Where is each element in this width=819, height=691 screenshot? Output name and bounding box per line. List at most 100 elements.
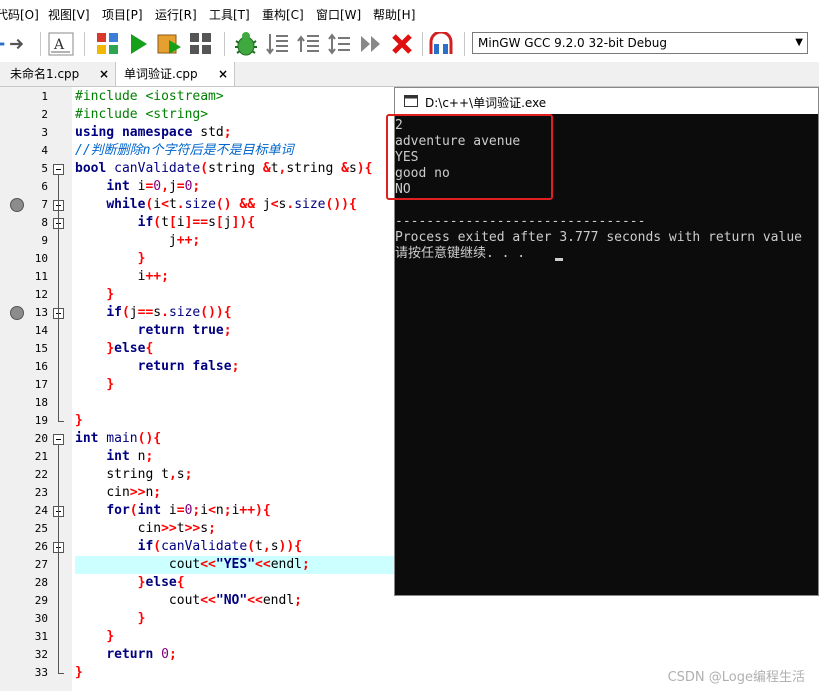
code-line[interactable]: j++;	[75, 232, 200, 250]
code-line[interactable]: using namespace std;	[75, 124, 232, 142]
line-number[interactable]: 16	[22, 360, 48, 373]
code-line[interactable]: }	[75, 286, 114, 304]
code-line[interactable]: cin>>n;	[75, 484, 161, 502]
line-number[interactable]: 20	[22, 432, 48, 445]
step-out-icon[interactable]	[327, 30, 353, 58]
line-number[interactable]: 6	[22, 180, 48, 193]
line-number[interactable]: 12	[22, 288, 48, 301]
line-number[interactable]: 11	[22, 270, 48, 283]
profile-icon[interactable]	[428, 30, 454, 58]
code-line[interactable]: //判断删除n个字符后是不是目标单词	[75, 142, 293, 160]
compile-run-icon[interactable]	[157, 30, 183, 58]
line-number[interactable]: 31	[22, 630, 48, 643]
forward-arrow-icon[interactable]	[0, 30, 26, 58]
code-line[interactable]: while(i<t.size() && j<s.size()){	[75, 196, 357, 214]
code-line[interactable]: for(int i=0;i<n;i++){	[75, 502, 270, 520]
close-icon[interactable]: ×	[218, 63, 228, 85]
menu-code[interactable]: 代码[O]	[0, 6, 39, 23]
line-number[interactable]: 15	[22, 342, 48, 355]
code-line[interactable]: return true;	[75, 322, 232, 340]
menu-run[interactable]: 运行[R]	[155, 6, 197, 23]
line-number[interactable]: 30	[22, 612, 48, 625]
code-line[interactable]: }	[75, 412, 83, 430]
code-line[interactable]: cout<<"NO"<<endl;	[75, 592, 302, 610]
line-number[interactable]: 32	[22, 648, 48, 661]
step-over-icon[interactable]	[296, 30, 322, 58]
console-window[interactable]: D:\c++\单词验证.exe 2 adventure avenue YES good…	[386, 87, 819, 596]
line-number[interactable]: 13	[22, 306, 48, 319]
code-line[interactable]: }	[75, 376, 114, 394]
run-icon[interactable]	[126, 30, 152, 58]
code-line[interactable]: #include <string>	[75, 106, 208, 124]
line-number[interactable]: 1	[22, 90, 48, 103]
code-line[interactable]: if(j==s.size()){	[75, 304, 231, 322]
fold-toggle-icon[interactable]	[53, 434, 64, 445]
code-line[interactable]: i++;	[75, 268, 169, 286]
debug-bug-icon[interactable]	[233, 30, 259, 58]
line-number[interactable]: 26	[22, 540, 48, 553]
line-number[interactable]: 33	[22, 666, 48, 679]
new-project-icon[interactable]	[95, 30, 121, 58]
menu-project[interactable]: 项目[P]	[102, 6, 143, 23]
line-number[interactable]: 22	[22, 468, 48, 481]
code-line[interactable]: cin>>t>>s;	[75, 520, 216, 538]
code-line[interactable]: }	[75, 610, 146, 628]
menu-window[interactable]: 窗口[W]	[316, 6, 361, 23]
console-titlebar[interactable]: D:\c++\单词验证.exe	[395, 88, 818, 114]
step-list-icon[interactable]	[265, 30, 291, 58]
breakpoint-icon[interactable]	[10, 306, 24, 320]
code-token: j	[223, 215, 232, 230]
breakpoint-icon[interactable]	[10, 198, 24, 212]
code-line[interactable]: }else{	[75, 340, 153, 358]
grid-icon[interactable]	[188, 30, 214, 58]
line-number[interactable]: 5	[22, 162, 48, 175]
line-number[interactable]: 3	[22, 126, 48, 139]
line-number[interactable]: 18	[22, 396, 48, 409]
code-line[interactable]: }	[75, 664, 83, 682]
code-line[interactable]: if(t[i]==s[j]){	[75, 214, 255, 232]
code-line[interactable]: bool canValidate(string &t,string &s){	[75, 160, 372, 178]
line-number[interactable]: 10	[22, 252, 48, 265]
fold-toggle-icon[interactable]	[53, 164, 64, 175]
line-number[interactable]: 23	[22, 486, 48, 499]
line-number[interactable]: 8	[22, 216, 48, 229]
code-line[interactable]: }	[75, 628, 114, 646]
code-line[interactable]: if(canValidate(t,s)){	[75, 538, 302, 556]
line-number[interactable]: 17	[22, 378, 48, 391]
line-number[interactable]: 27	[22, 558, 48, 571]
line-number[interactable]: 9	[22, 234, 48, 247]
line-number[interactable]: 14	[22, 324, 48, 337]
line-number[interactable]: 28	[22, 576, 48, 589]
format-icon[interactable]: A	[48, 30, 74, 58]
code-line[interactable]: #include <iostream>	[75, 88, 224, 106]
line-number[interactable]: 7	[22, 198, 48, 211]
code-line[interactable]: int main(){	[75, 430, 161, 448]
tab-untitled[interactable]: 未命名1.cpp ×	[0, 62, 115, 86]
console-output[interactable]: 2 adventure avenue YES good no NO -----------…	[386, 114, 818, 595]
code-line[interactable]: }else{	[75, 574, 185, 592]
code-line[interactable]: return 0;	[75, 646, 176, 664]
line-number[interactable]: 25	[22, 522, 48, 535]
code-line[interactable]: int n;	[75, 448, 153, 466]
code-line[interactable]: return false;	[75, 358, 240, 376]
compiler-select[interactable]: MinGW GCC 9.2.0 32-bit Debug ▼	[472, 32, 808, 54]
code-line[interactable]: int i=0,j=0;	[75, 178, 200, 196]
tab-word-validate[interactable]: 单词验证.cpp ×	[115, 62, 235, 86]
line-number[interactable]: 29	[22, 594, 48, 607]
menu-tools[interactable]: 工具[T]	[209, 6, 250, 23]
line-number[interactable]: 2	[22, 108, 48, 121]
menu-view[interactable]: 视图[V]	[48, 6, 90, 23]
close-icon[interactable]: ×	[99, 63, 109, 85]
line-number[interactable]: 19	[22, 414, 48, 427]
stop-icon[interactable]	[389, 30, 415, 58]
menu-refactor[interactable]: 重构[C]	[262, 6, 304, 23]
line-number[interactable]: 21	[22, 450, 48, 463]
menu-help[interactable]: 帮助[H]	[373, 6, 415, 23]
code-line[interactable]: }	[75, 250, 146, 268]
line-number[interactable]: 24	[22, 504, 48, 517]
code-line[interactable]: cout<<"YES"<<endl;	[75, 556, 310, 574]
code-line[interactable]: string t,s;	[75, 466, 192, 484]
line-number[interactable]: 4	[22, 144, 48, 157]
continue-icon[interactable]	[358, 30, 384, 58]
